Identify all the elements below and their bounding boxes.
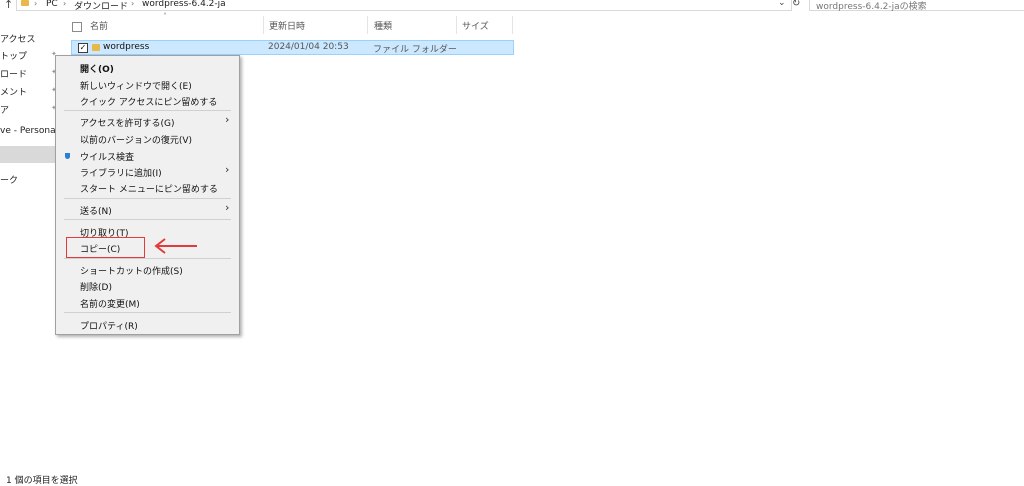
row-type: ファイル フォルダー bbox=[373, 45, 457, 55]
chevron-right-icon: › bbox=[225, 113, 230, 126]
menu-item-restore-versions[interactable]: 以前のバージョンの復元(V) bbox=[80, 133, 192, 146]
chevron-down-icon[interactable]: ⌄ bbox=[778, 0, 786, 8]
breadcrumb-pc[interactable]: PC bbox=[46, 0, 58, 9]
refresh-icon[interactable]: ↻ bbox=[792, 0, 800, 9]
nav-item-desktop[interactable]: トップ bbox=[0, 49, 27, 62]
column-divider[interactable] bbox=[367, 16, 368, 34]
column-header-size[interactable]: サイズ bbox=[462, 19, 489, 32]
row-checkbox[interactable]: ✓ bbox=[78, 43, 88, 53]
nav-item-downloads[interactable]: ロード bbox=[0, 67, 27, 80]
menu-item-send-to[interactable]: 送る(N) bbox=[80, 204, 112, 217]
menu-item-add-library[interactable]: ライブラリに追加(I) bbox=[80, 166, 162, 179]
arrow-left-icon bbox=[154, 238, 197, 254]
menu-item-rename[interactable]: 名前の変更(M) bbox=[80, 297, 140, 310]
breadcrumb-folder[interactable]: wordpress-6.4.2-ja bbox=[142, 0, 226, 9]
row-modified: 2024/01/04 20:53 bbox=[268, 42, 349, 52]
column-header-name[interactable]: 名前 bbox=[90, 19, 108, 32]
column-header-type[interactable]: 種類 bbox=[374, 19, 392, 32]
menu-separator bbox=[64, 219, 231, 220]
menu-separator bbox=[64, 312, 231, 313]
column-divider[interactable] bbox=[456, 16, 457, 34]
menu-item-open-new-window[interactable]: 新しいウィンドウで開く(E) bbox=[80, 79, 192, 92]
up-arrow-icon[interactable]: ↑ bbox=[4, 0, 13, 11]
column-divider[interactable] bbox=[263, 16, 264, 34]
sort-ascending-icon: ˄ bbox=[163, 12, 167, 21]
menu-item-pin-quick-access[interactable]: クイック アクセスにピン留めする bbox=[80, 95, 217, 108]
menu-item-properties[interactable]: プロパティ(R) bbox=[80, 319, 138, 332]
chevron-right-icon[interactable]: › bbox=[34, 0, 37, 8]
shield-icon bbox=[65, 153, 70, 159]
nav-item-pictures[interactable]: ア bbox=[0, 103, 9, 116]
menu-item-delete[interactable]: 削除(D) bbox=[80, 280, 112, 293]
menu-item-open[interactable]: 開く(O) bbox=[80, 62, 114, 75]
highlight-box bbox=[66, 237, 145, 258]
column-divider[interactable] bbox=[512, 16, 513, 34]
chevron-right-icon: › bbox=[225, 163, 230, 176]
folder-icon bbox=[92, 44, 100, 51]
nav-item-network[interactable]: ーク bbox=[0, 173, 18, 186]
menu-item-virus-scan[interactable]: ウイルス検査 bbox=[80, 150, 134, 163]
chevron-right-icon[interactable]: › bbox=[131, 0, 134, 8]
breadcrumb-downloads[interactable]: ダウンロード bbox=[74, 0, 128, 12]
folder-icon bbox=[21, 0, 29, 6]
nav-item-onedrive[interactable]: ve - Personal bbox=[0, 126, 58, 136]
menu-item-pin-start[interactable]: スタート メニューにピン留めする bbox=[80, 182, 218, 195]
nav-item-quick-access[interactable]: アクセス bbox=[0, 32, 36, 45]
chevron-right-icon: › bbox=[225, 201, 230, 214]
column-header-modified[interactable]: 更新日時 bbox=[269, 19, 305, 32]
select-all-checkbox[interactable] bbox=[72, 22, 82, 32]
nav-selected-highlight bbox=[0, 146, 55, 163]
menu-item-create-shortcut[interactable]: ショートカットの作成(S) bbox=[80, 264, 183, 277]
search-placeholder: wordpress-6.4.2-jaの検索 bbox=[816, 2, 927, 12]
menu-separator bbox=[64, 198, 231, 199]
row-name[interactable]: wordpress bbox=[103, 42, 149, 52]
menu-item-give-access[interactable]: アクセスを許可する(G) bbox=[80, 116, 175, 129]
menu-separator bbox=[64, 258, 231, 259]
nav-item-documents[interactable]: メント bbox=[0, 85, 27, 98]
chevron-right-icon[interactable]: › bbox=[63, 0, 66, 8]
status-text: 1 個の項目を選択 bbox=[6, 476, 78, 486]
menu-separator bbox=[64, 110, 231, 111]
